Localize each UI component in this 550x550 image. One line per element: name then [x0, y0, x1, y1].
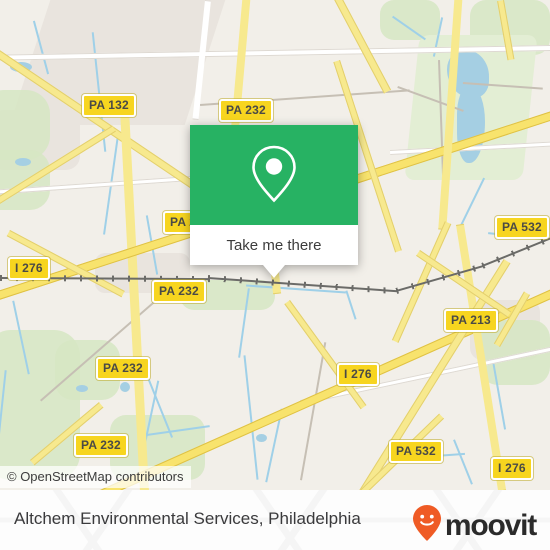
- road-shield: PA 132: [82, 94, 136, 117]
- page-footer: Altchem Environmental Services, Philadel…: [0, 490, 550, 550]
- map-canvas[interactable]: PA 132 PA 232 PA 232 I 276 PA 232 PA 532…: [0, 0, 550, 490]
- road-shield: PA 232: [96, 357, 150, 380]
- take-me-there-label: Take me there: [226, 236, 322, 254]
- place-title: Altchem Environmental Services, Philadel…: [14, 509, 361, 528]
- road-shield: PA 232: [74, 434, 128, 457]
- landuse-park: [380, 0, 440, 40]
- water-pond: [76, 385, 88, 392]
- road-shield: PA 232: [219, 99, 273, 122]
- road-shield: I 276: [337, 363, 379, 386]
- track-path: [300, 342, 327, 481]
- moovit-map-page: PA 132 PA 232 PA 232 I 276 PA 232 PA 532…: [0, 0, 550, 550]
- stream: [345, 290, 357, 320]
- moovit-smiley-pin-icon: [412, 504, 442, 547]
- popup-tail: [263, 265, 285, 278]
- stream: [243, 355, 259, 480]
- stream: [453, 439, 473, 485]
- water-pond: [15, 158, 31, 166]
- road-shield: PA 232: [152, 280, 206, 303]
- popup-header: [190, 125, 358, 225]
- water-pond: [256, 434, 267, 442]
- road-shield: I 276: [491, 457, 533, 480]
- map-pin-icon: [248, 142, 300, 209]
- location-popup[interactable]: Take me there: [190, 125, 358, 278]
- map-attribution[interactable]: © OpenStreetMap contributors: [0, 466, 191, 488]
- moovit-logo[interactable]: moovit: [412, 504, 537, 547]
- road-shield: PA 213: [444, 309, 498, 332]
- water-pond: [120, 382, 130, 392]
- road-shield: PA 532: [389, 440, 443, 463]
- road-shield: PA 532: [495, 216, 549, 239]
- take-me-there-button[interactable]: Take me there: [190, 225, 358, 265]
- railway-line: [482, 235, 550, 267]
- road-shield: I 276: [8, 257, 50, 280]
- moovit-wordmark: moovit: [444, 508, 537, 542]
